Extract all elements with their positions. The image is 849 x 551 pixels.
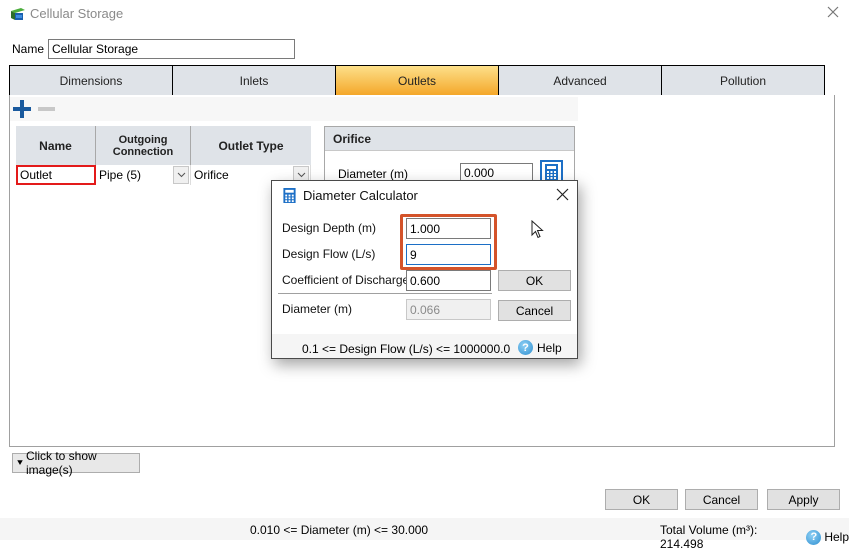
help-icon[interactable]: ?	[806, 529, 822, 545]
design-depth-label: Design Depth (m)	[282, 221, 377, 235]
help-icon: ?	[518, 340, 533, 355]
tab-advanced[interactable]: Advanced	[499, 66, 662, 95]
tab-dimensions[interactable]: Dimensions	[10, 66, 173, 95]
chevron-down-icon[interactable]	[173, 166, 189, 184]
diameter-label: Diameter (m)	[338, 167, 409, 181]
status-right: Total Volume (m³): 214.498 ? Help	[660, 523, 849, 551]
design-flow-range-hint: 0.1 <= Design Flow (L/s) <= 1000000.0	[302, 342, 511, 356]
diameter-calculator-dialog: Diameter Calculator Design Depth (m) Des…	[271, 180, 578, 359]
column-header-outlet-type: Outlet Type	[218, 138, 284, 153]
mouse-cursor-icon	[531, 220, 544, 239]
outgoing-connection-value: Pipe (5)	[99, 168, 142, 182]
apply-button[interactable]: Apply	[767, 489, 840, 510]
double-chevron-down-icon: ⯆	[16, 457, 24, 469]
help-link[interactable]: Help	[824, 530, 849, 544]
calculator-icon	[545, 164, 558, 180]
tab-outlets[interactable]: Outlets	[336, 66, 499, 95]
calculator-icon	[283, 188, 296, 203]
tab-pollution[interactable]: Pollution	[662, 66, 824, 95]
minus-icon[interactable]	[38, 107, 55, 111]
outlet-name-cell[interactable]: Outlet	[16, 165, 96, 185]
column-header-outgoing-connection: Outgoing Connection	[96, 126, 191, 165]
outlets-toolbar	[10, 97, 578, 121]
tab-inlets[interactable]: Inlets	[173, 66, 336, 95]
diameter-result-label: Diameter (m)	[282, 302, 353, 316]
column-header-name: Name	[16, 126, 96, 165]
dialog-help-label: Help	[537, 340, 562, 355]
orifice-header: Orifice	[325, 127, 574, 151]
dialog-title: Diameter Calculator	[303, 188, 418, 203]
show-images-button[interactable]: ⯆ Click to show image(s)	[12, 449, 140, 477]
diameter-result-input	[406, 299, 491, 320]
tab-bar: Dimensions Inlets Outlets Advanced Pollu…	[9, 65, 825, 96]
close-icon[interactable]	[826, 5, 840, 19]
show-images-label: Click to show image(s)	[26, 449, 97, 477]
cellular-storage-icon	[11, 8, 25, 20]
cancel-button[interactable]: Cancel	[685, 489, 758, 510]
dialog-help-link[interactable]: ? Help	[518, 340, 562, 355]
coefficient-label: Coefficient of Discharge	[282, 273, 410, 287]
window-title: Cellular Storage	[30, 6, 124, 21]
close-icon[interactable]	[556, 188, 569, 201]
table-row: Outlet Pipe (5) Orifice	[16, 165, 311, 185]
dialog-ok-button[interactable]: OK	[498, 270, 571, 291]
design-flow-label: Design Flow (L/s)	[282, 247, 376, 261]
name-label: Name	[12, 42, 45, 56]
name-input[interactable]	[48, 39, 295, 59]
plus-icon[interactable]	[13, 100, 31, 118]
outgoing-connection-select[interactable]: Pipe (5)	[96, 165, 191, 185]
total-volume: Total Volume (m³): 214.498	[660, 523, 758, 551]
ok-button[interactable]: OK	[605, 489, 678, 510]
coefficient-input[interactable]	[406, 270, 491, 291]
dialog-cancel-button[interactable]: Cancel	[498, 300, 571, 321]
diameter-range-hint: 0.010 <= Diameter (m) <= 30.000	[250, 523, 429, 537]
outlet-type-value: Orifice	[194, 168, 229, 182]
divider	[278, 293, 492, 294]
input-highlight	[400, 214, 497, 270]
outlets-grid-header: Name Outgoing Connection Outlet Type	[16, 126, 311, 165]
